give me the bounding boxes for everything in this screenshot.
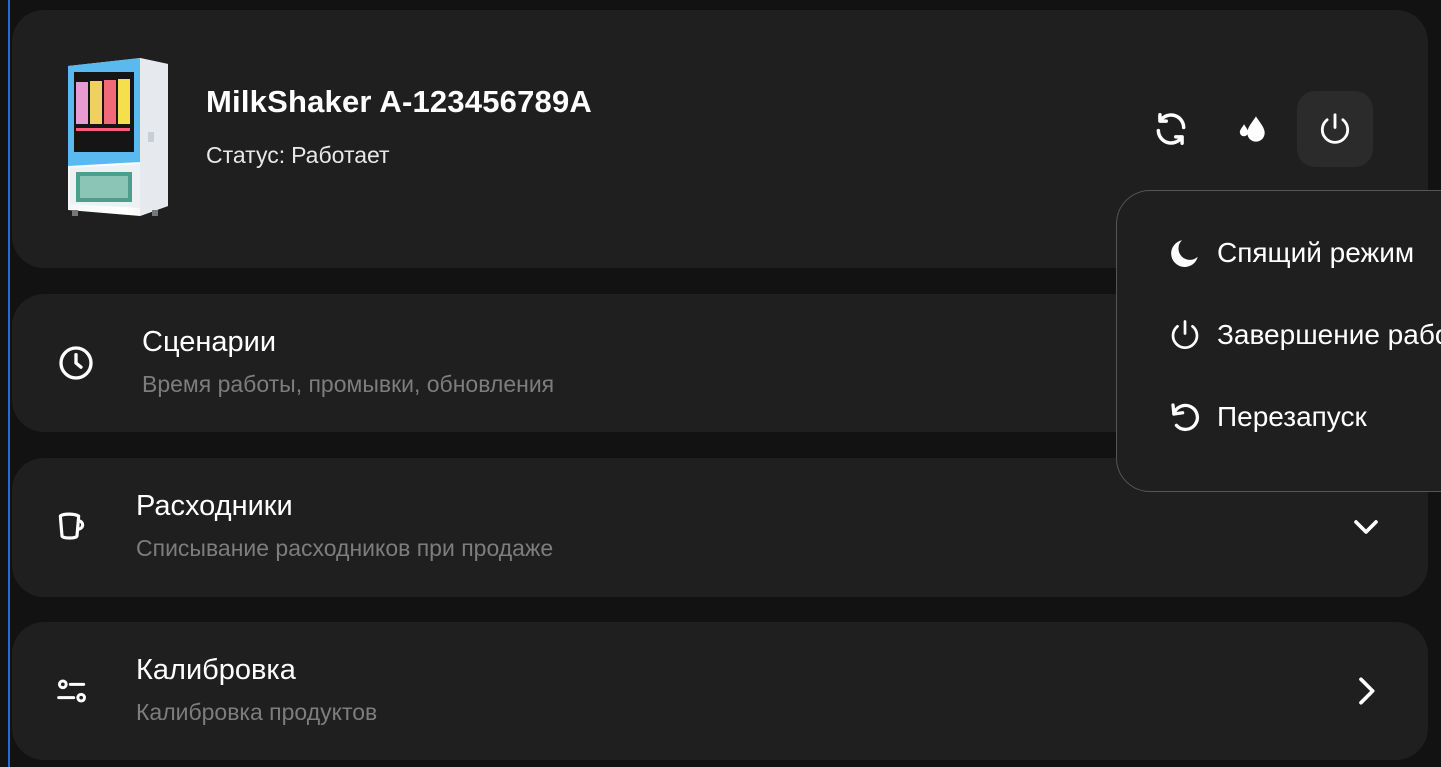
- vending-machine-image: [68, 58, 168, 216]
- chevron-down-icon[interactable]: [1346, 507, 1386, 547]
- device-status: Статус: Работает: [206, 142, 390, 169]
- settings-row-calibration[interactable]: [12, 622, 1428, 760]
- status-value: Работает: [291, 142, 390, 168]
- restart-icon: [1171, 403, 1200, 431]
- settings-row-subtitle: Списывание расходников при продаже: [136, 535, 554, 561]
- settings-row-title: Сценарии: [142, 326, 277, 358]
- menu-item-label: Спящий режим: [1217, 237, 1415, 268]
- power-menu: Спящий режим Завершение работы Перезапус…: [1116, 190, 1441, 492]
- left-accent-line: [8, 0, 10, 767]
- sliders-icon: [50, 669, 94, 713]
- menu-item-label: Перезапуск: [1217, 401, 1367, 432]
- power-icon: [1171, 320, 1199, 349]
- settings-row-title: Расходники: [136, 490, 293, 522]
- device-name: MilkShaker A-123456789A: [206, 84, 593, 119]
- power-icon: [1320, 113, 1350, 144]
- menu-item-label: Завершение работы: [1217, 319, 1441, 350]
- wash-button[interactable]: [1214, 91, 1290, 167]
- refresh-icon: [1156, 113, 1186, 145]
- moon-icon: [1171, 240, 1198, 267]
- screen: MilkShaker A-123456789A Статус: Работает …: [0, 0, 1441, 767]
- status-label: Статус:: [206, 142, 286, 168]
- power-button[interactable]: [1297, 91, 1373, 167]
- refresh-button[interactable]: [1133, 91, 1209, 167]
- clock-icon: [54, 341, 98, 385]
- settings-row-title: Калибровка: [136, 654, 296, 686]
- menu-item-restart[interactable]: Перезапуск: [1167, 395, 1367, 439]
- droplets-icon: [1239, 116, 1265, 142]
- settings-row-subtitle: Калибровка продуктов: [136, 699, 378, 725]
- chevron-right-icon[interactable]: [1346, 671, 1386, 711]
- menu-item-shutdown[interactable]: Завершение работы: [1167, 313, 1441, 357]
- settings-row-subtitle: Время работы, промывки, обновления: [142, 371, 555, 397]
- cup-icon: [50, 504, 94, 548]
- menu-item-sleep[interactable]: Спящий режим: [1167, 231, 1414, 275]
